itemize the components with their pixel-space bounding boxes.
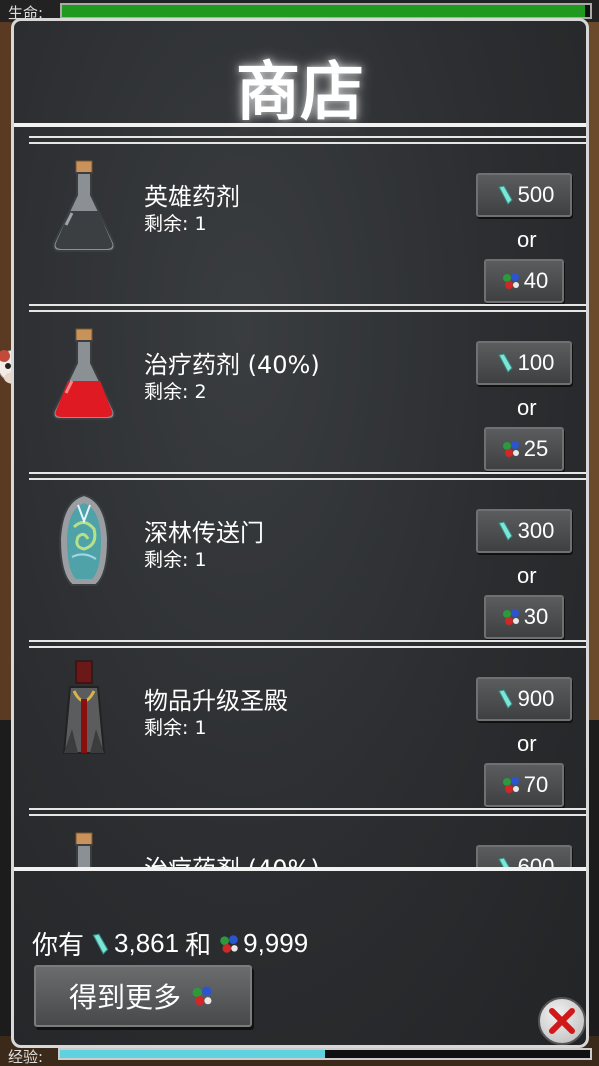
item-name: 治疗药剂 (40%) xyxy=(144,849,320,867)
shop-item[interactable]: 治疗药剂 (40%) 600 xyxy=(14,799,586,867)
gem-price: 40 xyxy=(523,268,549,293)
gems-icon xyxy=(192,986,212,1006)
or-label: or xyxy=(517,395,537,420)
item-divider xyxy=(29,814,586,816)
shop-title: 商店 xyxy=(236,56,364,130)
buy-with-crystals-button[interactable]: 500 xyxy=(476,173,572,217)
crystal-icon xyxy=(497,185,513,205)
crystal-icon xyxy=(497,353,513,373)
item-divider xyxy=(29,640,586,642)
upgrade-shrine-icon xyxy=(62,660,106,754)
shop-item-list[interactable]: 英雄药剂 剩余: 1 500 or 40 治疗药剂 (40%) 剩余: 2 10… xyxy=(14,127,586,867)
crystal-icon xyxy=(497,521,513,541)
item-divider xyxy=(29,646,586,648)
close-icon xyxy=(549,1008,575,1034)
item-divider xyxy=(29,142,586,144)
gem-price: 30 xyxy=(523,604,549,629)
buy-with-crystals-button[interactable]: 300 xyxy=(476,509,572,553)
xp-bar xyxy=(58,1048,592,1060)
crystal-icon xyxy=(497,857,510,867)
gem-price: 70 xyxy=(523,772,549,797)
hp-bar xyxy=(60,3,592,19)
item-divider xyxy=(29,472,586,474)
wallet-gems: 9,999 xyxy=(243,928,309,958)
hero-potion-icon xyxy=(52,160,116,252)
item-name: 治疗药剂 (40%) xyxy=(144,351,320,379)
crystal-price: 500 xyxy=(517,182,555,207)
shop-item[interactable]: 物品升级圣殿 剩余: 1 900 or 70 xyxy=(14,631,586,807)
crystal-price: 300 xyxy=(517,518,555,543)
get-more-label: 得到更多 xyxy=(68,981,181,1014)
xp-bar-fill xyxy=(60,1050,325,1058)
item-name: 物品升级圣殿 xyxy=(144,687,288,715)
crystal-icon xyxy=(92,933,109,955)
item-stock: 剩余: 2 xyxy=(144,381,207,403)
hp-bar-fill xyxy=(62,5,585,17)
get-more-button[interactable]: 得到更多 xyxy=(34,965,252,1027)
wallet-crystals: 3,861 xyxy=(114,928,180,958)
crystal-price: 600 xyxy=(517,854,555,867)
buy-with-crystals-button[interactable]: 100 xyxy=(476,341,572,385)
healing-potion-icon xyxy=(75,832,93,867)
buy-with-crystals-button[interactable]: 900 xyxy=(476,677,572,721)
gems-icon xyxy=(502,777,519,793)
gem-price: 25 xyxy=(523,436,549,461)
forest-portal-icon xyxy=(58,493,110,586)
item-name: 深林传送门 xyxy=(144,519,264,547)
or-label: or xyxy=(517,563,537,588)
item-divider xyxy=(29,808,586,810)
gems-icon xyxy=(220,934,238,953)
or-label: or xyxy=(517,731,537,756)
shop-item[interactable]: 治疗药剂 (40%) 剩余: 2 100 or 25 xyxy=(14,295,586,471)
item-stock: 剩余: 1 xyxy=(144,213,207,235)
item-name: 英雄药剂 xyxy=(144,183,240,211)
crystal-price: 100 xyxy=(517,350,555,375)
wallet-summary: 你有 3,861 和 9,999 xyxy=(32,925,308,962)
wallet-joiner: 和 xyxy=(185,930,212,960)
shop-panel: 商店 英雄药剂 剩余: 1 500 or 40 治疗药剂 (40%) 剩余: 2… xyxy=(11,18,589,1048)
item-divider xyxy=(29,304,586,306)
gems-icon xyxy=(502,609,519,625)
close-button[interactable] xyxy=(538,997,586,1045)
xp-label: 经验: xyxy=(8,1048,44,1066)
item-divider xyxy=(29,310,586,312)
item-divider xyxy=(29,478,586,480)
gems-icon xyxy=(502,273,519,289)
or-label: or xyxy=(517,227,537,252)
footer-divider xyxy=(14,867,586,871)
crystal-icon xyxy=(497,689,513,709)
healing-potion-icon xyxy=(52,328,116,420)
shop-item[interactable]: 深林传送门 剩余: 1 300 or 30 xyxy=(14,463,586,639)
item-stock: 剩余: 1 xyxy=(144,549,207,571)
crystal-price: 900 xyxy=(517,686,555,711)
shop-item[interactable]: 英雄药剂 剩余: 1 500 or 40 xyxy=(14,127,586,303)
item-divider xyxy=(29,136,586,138)
wallet-prefix: 你有 xyxy=(32,930,85,960)
gems-icon xyxy=(502,441,519,457)
buy-with-crystals-button[interactable]: 600 xyxy=(476,845,572,867)
item-stock: 剩余: 1 xyxy=(144,717,207,739)
